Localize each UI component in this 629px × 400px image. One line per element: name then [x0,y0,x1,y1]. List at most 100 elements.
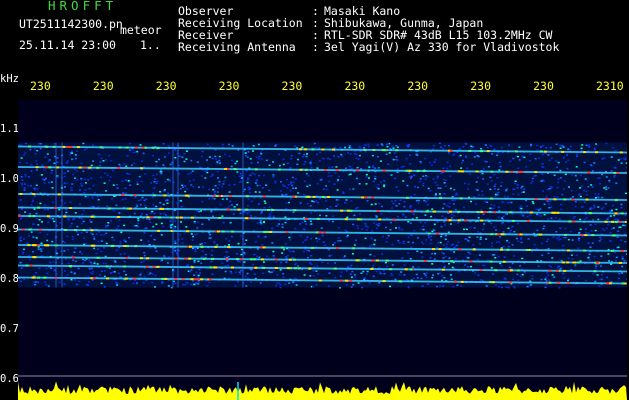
trace-hotspot [200,278,204,281]
noise-speck [585,216,588,219]
noise-speck [430,215,433,218]
noise-speck [587,242,590,244]
noise-speck [526,215,529,218]
noise-speck [395,156,398,158]
noise-speck [193,222,196,224]
trace-hotspot [214,266,218,269]
noise-speck [493,226,496,228]
noise-speck [92,206,95,208]
noise-speck [285,261,288,263]
noise-speck [496,177,499,179]
noise-speck [326,157,329,159]
trace-hotspot [274,258,278,261]
noise-speck [278,282,281,284]
noise-speck [272,255,275,257]
noise-speck [173,227,176,230]
noise-speck [541,163,544,165]
noise-speck [306,202,309,205]
noise-speck [442,252,445,255]
noise-speck [154,178,157,180]
noise-speck [263,206,266,209]
noise-speck [401,228,404,231]
noise-speck [259,219,262,222]
noise-speck [338,175,341,178]
noise-speck [103,275,106,278]
noise-speck [243,188,246,191]
noise-speck [536,144,539,147]
noise-speck [46,239,49,242]
trace-hotspot [416,169,420,172]
noise-speck [331,215,334,217]
trace-hotspot [382,169,386,172]
noise-speck [30,231,33,233]
noise-speck [334,262,337,264]
noise-speck [315,194,318,197]
noise-speck [206,285,209,287]
noise-speck [460,285,463,287]
noise-speck [369,253,372,256]
noise-speck [20,176,23,178]
trace-hotspot [184,194,188,197]
noise-speck [209,233,212,236]
noise-speck [71,235,74,238]
noise-speck [304,220,307,223]
noise-speck [309,163,312,165]
noise-speck [91,279,94,281]
noise-speck [481,190,484,192]
noise-speck [263,220,266,223]
noise-speck [380,143,383,145]
noise-speck [224,270,227,273]
noise-speck [493,174,496,176]
noise-speck [476,258,479,261]
noise-speck [429,257,432,259]
noise-speck [425,272,428,274]
noise-speck [504,278,507,281]
noise-speck [113,210,116,212]
trace-hotspot [259,246,263,249]
noise-speck [105,190,107,192]
trace-hotspot [271,209,275,211]
noise-speck [475,181,478,183]
noise-speck [417,186,419,189]
trace-hotspot [372,149,376,151]
noise-speck [271,242,274,244]
noise-speck [468,236,471,239]
noise-speck [607,187,610,189]
noise-speck [597,218,600,221]
noise-speck [208,156,211,158]
noise-speck [117,225,120,228]
noise-speck [562,146,565,148]
noise-speck [244,152,247,154]
noise-speck [592,207,595,210]
noise-speck [84,182,87,184]
noise-speck [33,281,36,283]
noise-speck [43,281,46,283]
noise-speck [521,185,524,188]
noise-speck [585,179,588,181]
noise-speck [318,160,321,162]
noise-speck [66,162,68,164]
trace-hotspot [158,216,161,219]
noise-speck [45,177,47,180]
noise-speck [426,204,429,206]
trace-hotspot [304,217,308,220]
noise-speck [613,251,616,254]
noise-speck [547,154,550,156]
noise-speck [540,180,543,182]
spectrogram-plot [18,100,627,400]
noise-speck [521,273,524,276]
trace-hotspot [69,146,73,148]
noise-speck [604,186,607,188]
noise-speck [211,249,214,252]
noise-speck [198,210,201,213]
trace-hotspot [475,170,479,173]
noise-speck [594,267,597,270]
noise-speck [540,278,543,281]
noise-speck [542,190,544,192]
noise-speck [112,169,115,172]
noise-speck [566,167,569,170]
noise-speck [619,226,622,228]
noise-speck [89,219,91,221]
trace-hotspot [563,198,567,201]
noise-speck [511,225,514,228]
